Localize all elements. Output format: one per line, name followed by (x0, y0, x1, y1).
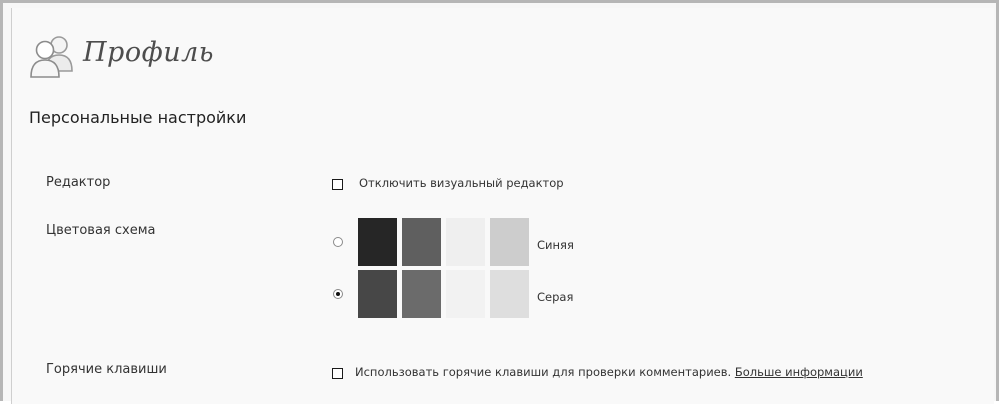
color-swatch (490, 218, 529, 266)
color-swatch (358, 270, 397, 318)
disable-visual-editor-label: Отключить визуальный редактор (359, 176, 564, 190)
users-icon (30, 36, 73, 78)
editor-label: Редактор (46, 175, 111, 190)
disable-visual-editor-checkbox[interactable] (332, 179, 343, 190)
color-swatch (358, 218, 397, 266)
color-scheme-label: Цветовая схема (46, 223, 156, 238)
color-scheme-gray-label: Серая (537, 290, 574, 304)
section-title: Персональные настройки (29, 108, 247, 127)
color-swatch (490, 270, 529, 318)
hotkeys-label: Горячие клавиши (46, 362, 167, 377)
hotkeys-checkbox[interactable] (332, 368, 343, 379)
color-swatch (402, 218, 441, 266)
color-swatch (446, 270, 485, 318)
hotkeys-checkbox-label: Использовать горячие клавиши для проверк… (355, 365, 732, 379)
color-swatch (402, 270, 441, 318)
color-scheme-blue-radio[interactable] (333, 237, 343, 247)
settings-window: Профиль Персональные настройки Редактор … (0, 0, 999, 404)
color-swatch (446, 218, 485, 266)
color-scheme-gray-radio[interactable] (333, 289, 343, 299)
page-title: Профиль (83, 37, 214, 68)
color-scheme-blue-label: Синяя (537, 238, 574, 252)
more-info-link[interactable]: Больше информации (735, 365, 863, 379)
hotkeys-option: Использовать горячие клавиши для проверк… (355, 365, 863, 379)
